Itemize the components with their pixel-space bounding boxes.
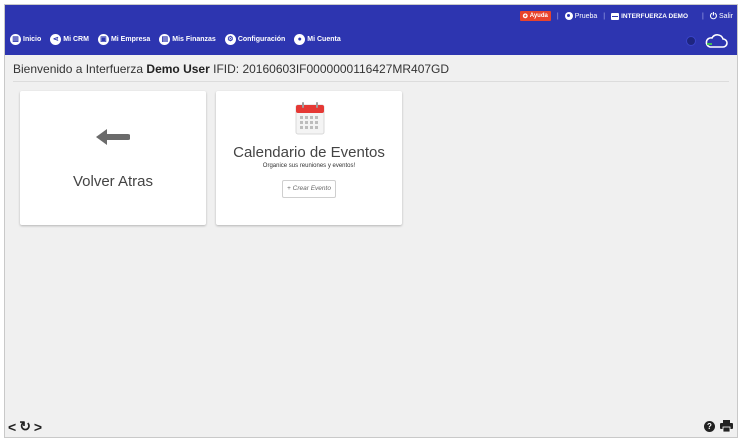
cloud-icon[interactable] [704,33,728,49]
menu-item-empresa[interactable]: ▣ Mi Empresa [97,34,151,45]
gear-icon: ⚙ [224,34,236,45]
menu-label: Mi Cuenta [307,36,341,43]
separator: | [556,12,559,20]
arrow-left-icon [96,129,130,145]
menu-label: Inicio [23,36,42,43]
menu-label: Configuración [237,36,286,43]
user-link[interactable]: Prueba [564,12,598,20]
user-icon: ● [294,34,306,45]
menu-label: Mi CRM [63,36,89,43]
menu-label: Mis Finanzas [172,36,216,43]
logout-link[interactable]: ⏻ Salir [709,11,733,21]
menu-item-cuenta[interactable]: ● Mi Cuenta [294,34,341,45]
create-event-button[interactable]: + Crear Evento [282,180,336,198]
top-header: ✪ Ayuda | Prueba | INTERFUERZA DEMO | ⏻ … [5,5,737,55]
refresh-icon[interactable]: ↻ [19,418,31,435]
help-button[interactable]: ✪ Ayuda [519,11,551,21]
menu-label: Mi Empresa [110,36,151,43]
user-label: Prueba [574,12,598,20]
menu-item-configuracion[interactable]: ⚙ Configuración [224,34,286,45]
help-label: Ayuda [529,13,548,19]
calendar-icon [295,102,325,135]
user-icon [564,12,573,20]
welcome-ifid: IFID: 20160603IF0000000116427MR407GD [209,62,450,76]
top-utility-bar: ✪ Ayuda | Prueba | INTERFUERZA DEMO | ⏻ … [519,10,733,22]
footer-bar: < ↻ > ? [5,415,737,437]
back-card-title: Volver Atras [72,173,154,190]
welcome-prefix: Bienvenido a Interfuerza [13,62,147,76]
printer-icon[interactable] [720,420,733,432]
grid-icon: ▥ [10,34,21,45]
footer-nav: < ↻ > [8,418,42,435]
menu-item-finanzas[interactable]: ▤ Mis Finanzas [159,34,216,45]
chevron-right-icon[interactable]: > [34,419,42,435]
help-question-icon[interactable]: ? [704,420,715,432]
briefcase-icon: ▣ [97,34,109,45]
calendar-card-subtitle: Organice sus reuniones y eventos! [262,163,356,169]
main-menu: ▥ Inicio ⋖ Mi CRM ▣ Mi Empresa ▤ Mis Fin… [10,34,341,45]
footer-right: ? [704,420,733,432]
calendar-card-title: Calendario de Eventos [233,144,385,161]
welcome-line: Bienvenido a Interfuerza Demo User IFID:… [13,62,449,76]
lifebuoy-icon: ✪ [522,13,528,20]
app-window: ✪ Ayuda | Prueba | INTERFUERZA DEMO | ⏻ … [4,4,738,438]
share-icon: ⋖ [50,34,62,45]
menu-item-crm[interactable]: ⋖ Mi CRM [50,34,89,45]
company-label: INTERFUERZA DEMO [621,12,689,20]
logout-label: Salir [718,12,733,20]
power-icon: ⏻ [709,11,717,21]
store-icon [611,12,620,20]
welcome-user: Demo User [146,62,210,76]
separator: | [702,12,704,20]
menu-item-inicio[interactable]: ▥ Inicio [10,34,41,45]
status-dot-icon[interactable] [686,36,696,46]
header-right-icons [686,33,728,49]
divider [13,81,729,82]
back-card[interactable]: Volver Atras [20,91,206,225]
separator: | [603,12,606,20]
wallet-icon: ▤ [159,34,171,45]
calendar-card: Calendario de Eventos Organice sus reuni… [216,91,402,225]
company-link[interactable]: INTERFUERZA DEMO [611,12,689,20]
chevron-left-icon[interactable]: < [8,419,16,435]
